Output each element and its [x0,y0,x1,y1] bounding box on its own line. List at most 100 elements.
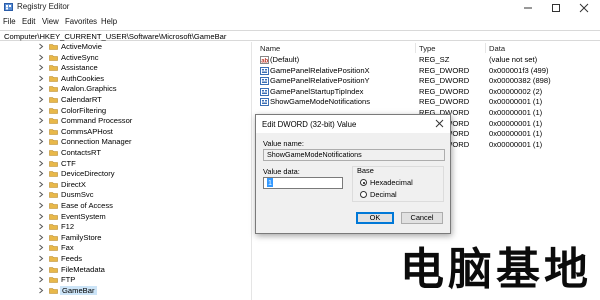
tree-item-label: Command Processor [61,116,133,126]
tree-item[interactable]: DirectX [0,180,248,189]
tree-item[interactable]: Avalon.Graphics [0,84,248,93]
chevron-right-icon[interactable] [38,149,44,156]
tree-item[interactable]: ActiveSync [0,53,248,62]
chevron-right-icon[interactable] [38,117,44,124]
value-row[interactable]: ShowGameModeNotifications REG_DWORD 0x0000… [256,97,600,107]
value-row[interactable]: GamePanelRelativePositionX REG_DWORD 0x000… [256,66,600,76]
chevron-right-icon[interactable] [38,287,44,294]
dword-value-icon [260,87,269,96]
column-header-data[interactable]: Data [489,44,505,53]
tree-item[interactable]: CTF [0,159,248,168]
ok-button[interactable]: OK [356,212,394,224]
tree-item[interactable]: Ease of Access [0,201,248,210]
menu-file[interactable]: File [3,17,16,26]
tree-item[interactable]: EventSystem [0,212,248,221]
tree-item[interactable]: DeviceDirectory [0,169,248,178]
tree-item[interactable]: FTP [0,275,248,284]
chevron-right-icon[interactable] [38,181,44,188]
minimize-icon [524,7,532,8]
tree-item[interactable]: AuthCookies [0,74,248,83]
tree-item[interactable]: CalendarRT [0,95,248,104]
chevron-right-icon[interactable] [38,138,44,145]
tree-item-label: Feeds [61,254,83,263]
chevron-right-icon[interactable] [38,96,44,103]
tree-item[interactable]: CommsAPHost [0,127,248,136]
tree-item-label: CalendarRT [61,95,102,104]
folder-icon [49,287,58,294]
key-tree[interactable]: ActiveMovie ActiveSync Assistance AuthCooki… [0,42,248,300]
tree-item-label: FTP [61,275,76,285]
chevron-right-icon[interactable] [38,85,44,92]
chevron-right-icon[interactable] [38,266,44,273]
value-row[interactable]: ab (Default) REG_SZ (value not set) [256,55,600,65]
tree-item[interactable]: DusmSvc [0,190,248,199]
value-row[interactable]: GamePanelRelativePositionY REG_DWORD 0x000… [256,76,600,86]
tree-item-label: F12 [61,222,75,232]
menu-favorites[interactable]: Favorites [65,17,97,26]
menu-help[interactable]: Help [101,17,117,26]
value-name: GamePanelStartupTipIndex [270,86,364,96]
tree-item[interactable]: ActiveMovie [0,42,248,51]
maximize-button[interactable] [542,0,570,15]
chevron-right-icon[interactable] [38,107,44,114]
menu-edit[interactable]: Edit [22,17,35,26]
close-button[interactable] [570,0,598,15]
tree-item-label: Ease of Access [61,201,113,210]
folder-icon [49,256,58,262]
chevron-right-icon[interactable] [38,202,44,209]
tree-item[interactable]: ContactsRT [0,148,248,157]
chevron-right-icon[interactable] [38,160,44,167]
chevron-right-icon[interactable] [38,43,44,50]
column-header-type[interactable]: Type [419,44,435,53]
tree-item[interactable]: Feeds [0,254,248,263]
value-data-input[interactable]: 1 [263,177,343,189]
cancel-button[interactable]: Cancel [401,212,443,224]
tree-item[interactable]: GameBar [0,285,248,295]
chevron-right-icon[interactable] [38,244,44,251]
chevron-right-icon[interactable] [38,64,44,71]
chevron-right-icon[interactable] [38,170,44,177]
decimal-radio[interactable] [360,191,367,198]
folder-icon [49,65,58,71]
tree-item[interactable]: FamilyStore [0,233,248,242]
column-separator[interactable] [415,43,416,53]
dialog-title-bar: Edit DWORD (32-bit) Value [256,115,450,133]
value-row[interactable]: GamePanelStartupTipIndex REG_DWORD 0x00000… [256,87,600,97]
minimize-button[interactable] [514,0,542,15]
tree-item[interactable]: F12 [0,222,248,231]
chevron-right-icon[interactable] [38,128,44,135]
folder-icon [49,44,58,50]
tree-item[interactable]: ColorFiltering [0,106,248,115]
value-type: REG_DWORD [419,86,470,96]
folder-icon [49,234,58,241]
folder-icon [49,160,58,167]
chevron-right-icon[interactable] [38,223,44,230]
tree-item[interactable]: FileMetadata [0,265,248,274]
tree-item[interactable]: Connection Manager [0,137,248,146]
tree-item[interactable]: Command Processor [0,116,248,125]
hexadecimal-radio[interactable] [360,179,367,186]
value-name-field[interactable]: ShowGameModeNotifications [263,149,445,161]
menu-bar: File Edit View Favorites Help [0,15,600,29]
tree-item[interactable]: Assistance [0,63,248,72]
folder-icon [49,192,58,199]
value-data: (value not set) [489,55,538,64]
tree-item[interactable]: Fax [0,243,248,252]
svg-text:ab: ab [261,59,268,64]
chevron-right-icon[interactable] [38,75,44,82]
dword-value-icon [260,77,269,86]
chevron-right-icon[interactable] [38,54,44,61]
chevron-right-icon[interactable] [38,213,44,220]
column-separator[interactable] [485,43,486,53]
pane-splitter[interactable] [251,42,252,300]
chevron-right-icon[interactable] [38,276,44,283]
chevron-right-icon[interactable] [38,234,44,241]
column-header-name[interactable]: Name [260,44,280,53]
dialog-close-icon[interactable] [434,118,445,129]
folder-icon [49,213,58,220]
tree-item-label: Avalon.Graphics [61,84,117,94]
chevron-right-icon[interactable] [38,191,44,198]
menu-view[interactable]: View [42,17,59,26]
address-bar[interactable]: Computer\HKEY_CURRENT_USER\Software\Micr… [0,30,600,41]
chevron-right-icon[interactable] [38,255,44,262]
